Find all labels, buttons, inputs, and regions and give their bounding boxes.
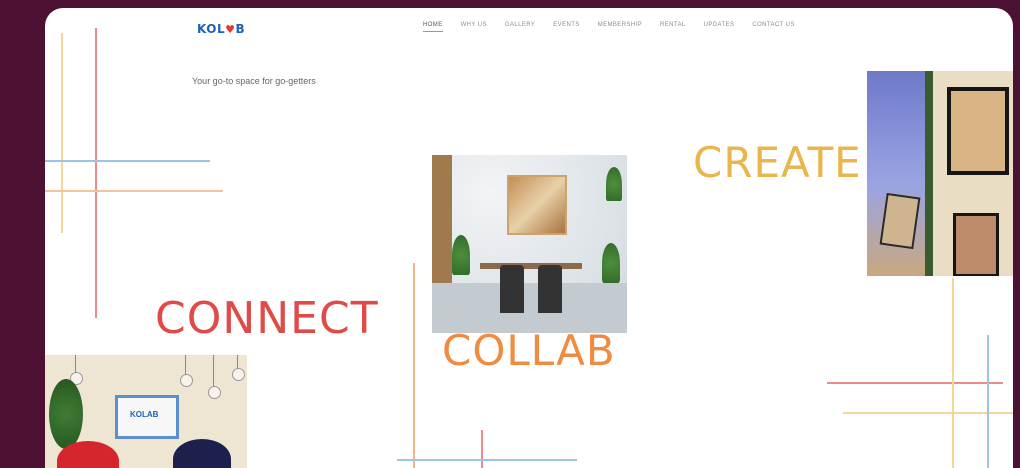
- lounge-photo: KOLAB: [45, 355, 247, 468]
- deco-line-red-horizontal-right: [827, 382, 1003, 384]
- kolab-logo[interactable]: KOL♥B: [197, 22, 245, 36]
- nav-item-gallery[interactable]: GALLERY: [505, 22, 535, 32]
- monitor-logo-text: KOLAB: [130, 410, 159, 419]
- nav-item-updates[interactable]: UPDATES: [704, 22, 735, 32]
- deco-line-blue-vertical-right: [987, 335, 989, 468]
- logo-text-left: KOL: [197, 22, 226, 36]
- hero-word-create: CREATE: [693, 138, 862, 187]
- nav-item-home[interactable]: HOME: [423, 22, 443, 32]
- nav-item-why-us[interactable]: WHY US: [461, 22, 487, 32]
- gallery-wall-photo: [867, 71, 1013, 276]
- deco-line-red-vertical: [95, 28, 97, 318]
- deco-line-yellow-vertical-right: [952, 278, 954, 468]
- lounge-monitor: KOLAB: [115, 395, 179, 439]
- hero-word-connect: CONNECT: [155, 293, 379, 344]
- hero-word-collab: COLLAB: [442, 326, 616, 375]
- tagline: Your go-to space for go-getters: [192, 76, 316, 86]
- heart-icon: ♥: [225, 23, 236, 36]
- nav-item-events[interactable]: EVENTS: [553, 22, 579, 32]
- deco-line-orange-horizontal: [45, 190, 223, 192]
- logo-text-right: B: [235, 22, 246, 36]
- nav-item-contact-us[interactable]: CONTACT US: [752, 22, 794, 32]
- meeting-room-photo: [432, 155, 627, 333]
- nav-item-membership[interactable]: MEMBERSHIP: [598, 22, 642, 32]
- deco-line-orange-vertical-center: [413, 263, 415, 468]
- deco-line-yellow-vertical: [61, 33, 63, 233]
- nav-item-rental[interactable]: RENTAL: [660, 22, 686, 32]
- deco-line-blue-horizontal: [45, 160, 210, 162]
- website-page: KOL♥B HOME WHY US GALLERY EVENTS MEMBERS…: [45, 8, 1013, 468]
- main-nav: HOME WHY US GALLERY EVENTS MEMBERSHIP RE…: [423, 22, 795, 32]
- deco-line-blue-horizontal-bottom: [397, 459, 577, 461]
- deco-line-red-vertical-bottom: [481, 430, 483, 468]
